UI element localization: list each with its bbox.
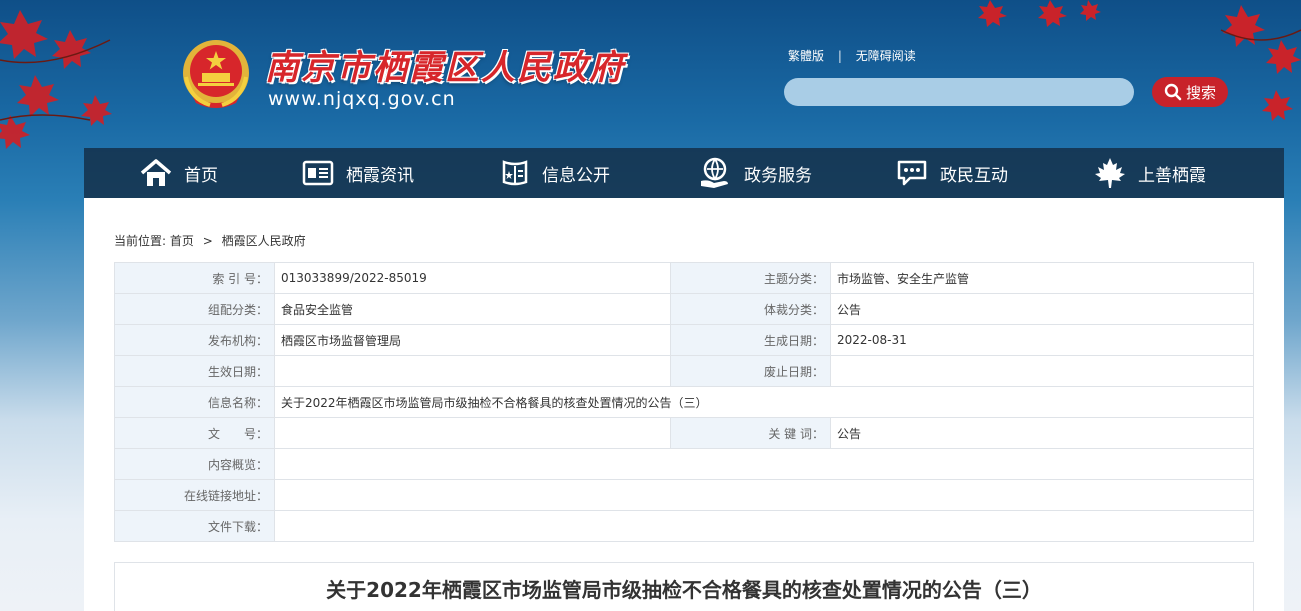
content-card: 当前位置: 首页 > 栖霞区人民政府 索 引 号： 013033899/2022… [84,198,1284,611]
online-link-label: 在线链接地址： [114,479,275,511]
publisher-label: 发布机构： [114,324,275,356]
info-name-value: 关于2022年栖霞区市场监管局市级抽检不合格餐具的核查处置情况的公告（三） [274,386,1254,418]
table-row: 文 号： 关 键 词： 公告 [114,417,1254,449]
nav-item-interaction[interactable]: 政民互动 [896,148,1008,198]
traditional-chinese-link[interactable]: 繁體版 [788,47,824,64]
index-label: 索 引 号： [114,262,275,294]
nav-item-shangshan-qixia[interactable]: 上善栖霞 [1094,148,1206,198]
publisher-value: 栖霞区市场监督管理局 [274,324,671,356]
nav-item-home[interactable]: 首页 [140,148,218,198]
table-row: 文件下载： [114,510,1254,542]
breadcrumb-separator: > [202,234,213,248]
org-class-label: 组配分类： [114,293,275,325]
keywords-value: 公告 [830,417,1254,449]
table-row: 索 引 号： 013033899/2022-85019 主题分类： 市场监管、安… [114,262,1254,294]
summary-value [274,448,1254,480]
created-date-label: 生成日期： [670,324,831,356]
home-icon [140,159,172,186]
maple-leaves-decoration-right [1220,5,1301,121]
site-name: 南京市栖霞区人民政府 [265,48,625,88]
table-row: 内容概览： [114,448,1254,480]
accessibility-link[interactable]: 无障碍阅读 [856,47,916,64]
effective-date-label: 生效日期： [114,355,275,387]
online-link-value [274,479,1254,511]
nav-label-shangshan-qixia: 上善栖霞 [1138,165,1206,186]
metadata-table: 索 引 号： 013033899/2022-85019 主题分类： 市场监管、安… [114,262,1254,542]
maple-leaf-icon [1095,158,1125,188]
table-row: 生效日期： 废止日期： [114,355,1254,387]
doc-number-value [274,417,671,449]
table-row: 在线链接地址： [114,479,1254,511]
breadcrumb-prefix: 当前位置: [114,234,167,248]
keywords-label: 关 键 词： [670,417,831,449]
topic-label: 主题分类： [670,262,831,294]
nav-label-home: 首页 [184,165,218,186]
service-icon [701,157,728,188]
top-links: 繁體版 | 无障碍阅读 [788,47,916,64]
expiry-date-value [830,355,1254,387]
file-download-value [274,510,1254,542]
doc-number-label: 文 号： [114,417,275,449]
effective-date-value [274,355,671,387]
index-value: 013033899/2022-85019 [274,262,671,294]
nav-item-news[interactable]: 栖霞资讯 [302,148,414,198]
link-separator: | [837,49,842,63]
topic-value: 市场监管、安全生产监管 [830,262,1254,294]
nav-label-news: 栖霞资讯 [346,165,414,186]
org-class-value: 食品安全监管 [274,293,671,325]
expiry-date-label: 废止日期： [670,355,831,387]
search-button[interactable]: 搜索 [1152,77,1228,107]
search-icon [1164,83,1182,101]
summary-label: 内容概览： [114,448,275,480]
chat-icon [897,160,927,186]
nav-label-info-disclosure: 信息公开 [542,165,610,186]
table-row: 发布机构： 栖霞区市场监督管理局 生成日期： 2022-08-31 [114,324,1254,356]
genre-value: 公告 [830,293,1254,325]
national-emblem-icon [183,40,249,108]
breadcrumb-home[interactable]: 首页 [170,232,194,249]
breadcrumb: 当前位置: 首页 > 栖霞区人民政府 [114,232,306,249]
main-nav: 首页 栖霞资讯 信息公开 政务服务 政民互动 上善栖霞 [84,148,1284,198]
nav-label-interaction: 政民互动 [940,165,1008,186]
table-row: 组配分类： 食品安全监管 体裁分类： 公告 [114,293,1254,325]
article-title: 关于2022年栖霞区市场监管局市级抽检不合格餐具的核查处置情况的公告（三） [326,578,1042,602]
site-url: www.njqxq.gov.cn [268,88,456,110]
search-button-label: 搜索 [1185,83,1216,102]
search-input[interactable] [784,78,1134,106]
info-name-label: 信息名称： [114,386,275,418]
news-icon [302,160,334,186]
nav-label-gov-services: 政务服务 [744,165,812,186]
file-download-label: 文件下载： [114,510,275,542]
genre-label: 体裁分类： [670,293,831,325]
nav-item-gov-services[interactable]: 政务服务 [698,148,812,198]
nav-item-info-disclosure[interactable]: 信息公开 [500,148,610,198]
breadcrumb-current[interactable]: 栖霞区人民政府 [222,232,306,249]
table-row: 信息名称： 关于2022年栖霞区市场监管局市级抽检不合格餐具的核查处置情况的公告… [114,386,1254,418]
article-panel: 关于2022年栖霞区市场监管局市级抽检不合格餐具的核查处置情况的公告（三） [114,562,1254,611]
maple-leaves-decoration-top [978,0,1101,27]
maple-leaves-decoration-left [0,10,112,149]
created-date-value: 2022-08-31 [830,324,1254,356]
document-icon [502,160,528,186]
